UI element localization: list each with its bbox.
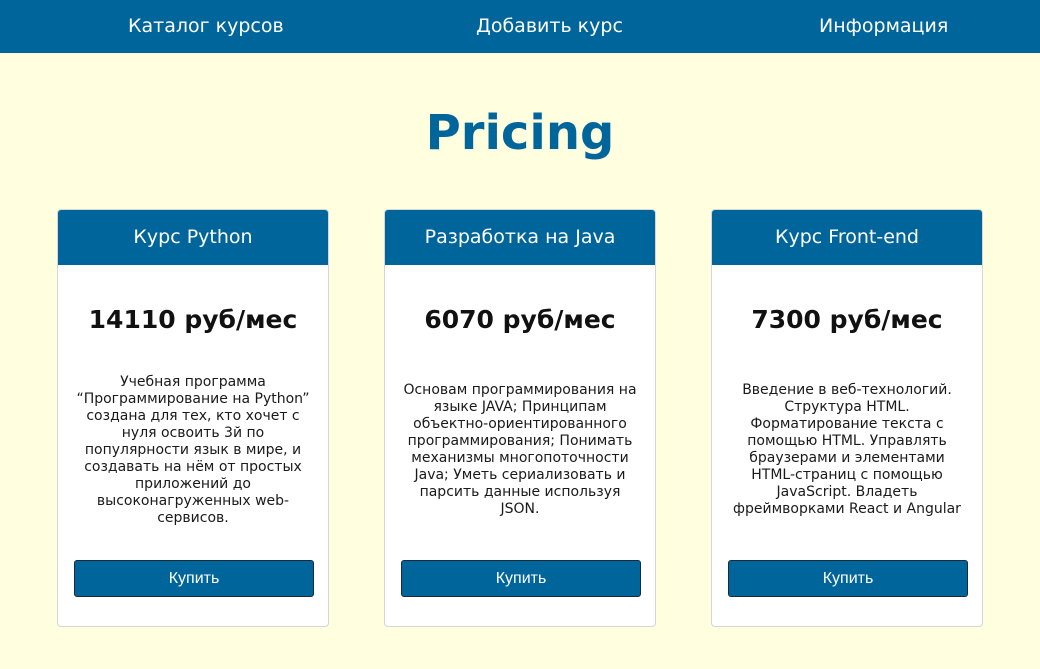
card-price: 14110 руб/мес [88,305,298,334]
buy-button[interactable]: Купить [401,560,641,597]
card-title: Разработка на Java [385,210,655,265]
card-title: Курс Front-end [712,210,982,265]
card-description: Введение в веб-технологий. Структура HTM… [733,382,961,517]
top-navigation-bar: Каталог курсов Добавить курс Информация [0,0,1040,53]
nav-link-course-catalog[interactable]: Каталог курсов [128,0,284,53]
buy-button[interactable]: Купить [728,560,968,597]
card-price: 6070 руб/мес [424,305,616,334]
card-description: Учебная программа “Программирование на P… [76,373,310,526]
card-title: Курс Python [58,210,328,265]
nav-link-information[interactable]: Информация [819,0,948,53]
card-description: Основам программирования на языке JAVA; … [403,382,637,517]
buy-button[interactable]: Купить [74,560,314,597]
card-description-container: Основам программирования на языке JAVA; … [399,360,641,540]
card-price: 7300 руб/мес [751,305,943,334]
pricing-card-frontend: Курс Front-end 7300 руб/мес Введение в в… [711,209,983,627]
pricing-card-java: Разработка на Java 6070 руб/мес Основам … [384,209,656,627]
card-description-container: Учебная программа “Программирование на P… [72,360,314,540]
nav-link-add-course[interactable]: Добавить курс [476,0,623,53]
pricing-card-python: Курс Python 14110 руб/мес Учебная програ… [57,209,329,627]
card-description-container: Введение в веб-технологий. Структура HTM… [726,360,968,540]
page-title: Pricing [425,105,615,161]
